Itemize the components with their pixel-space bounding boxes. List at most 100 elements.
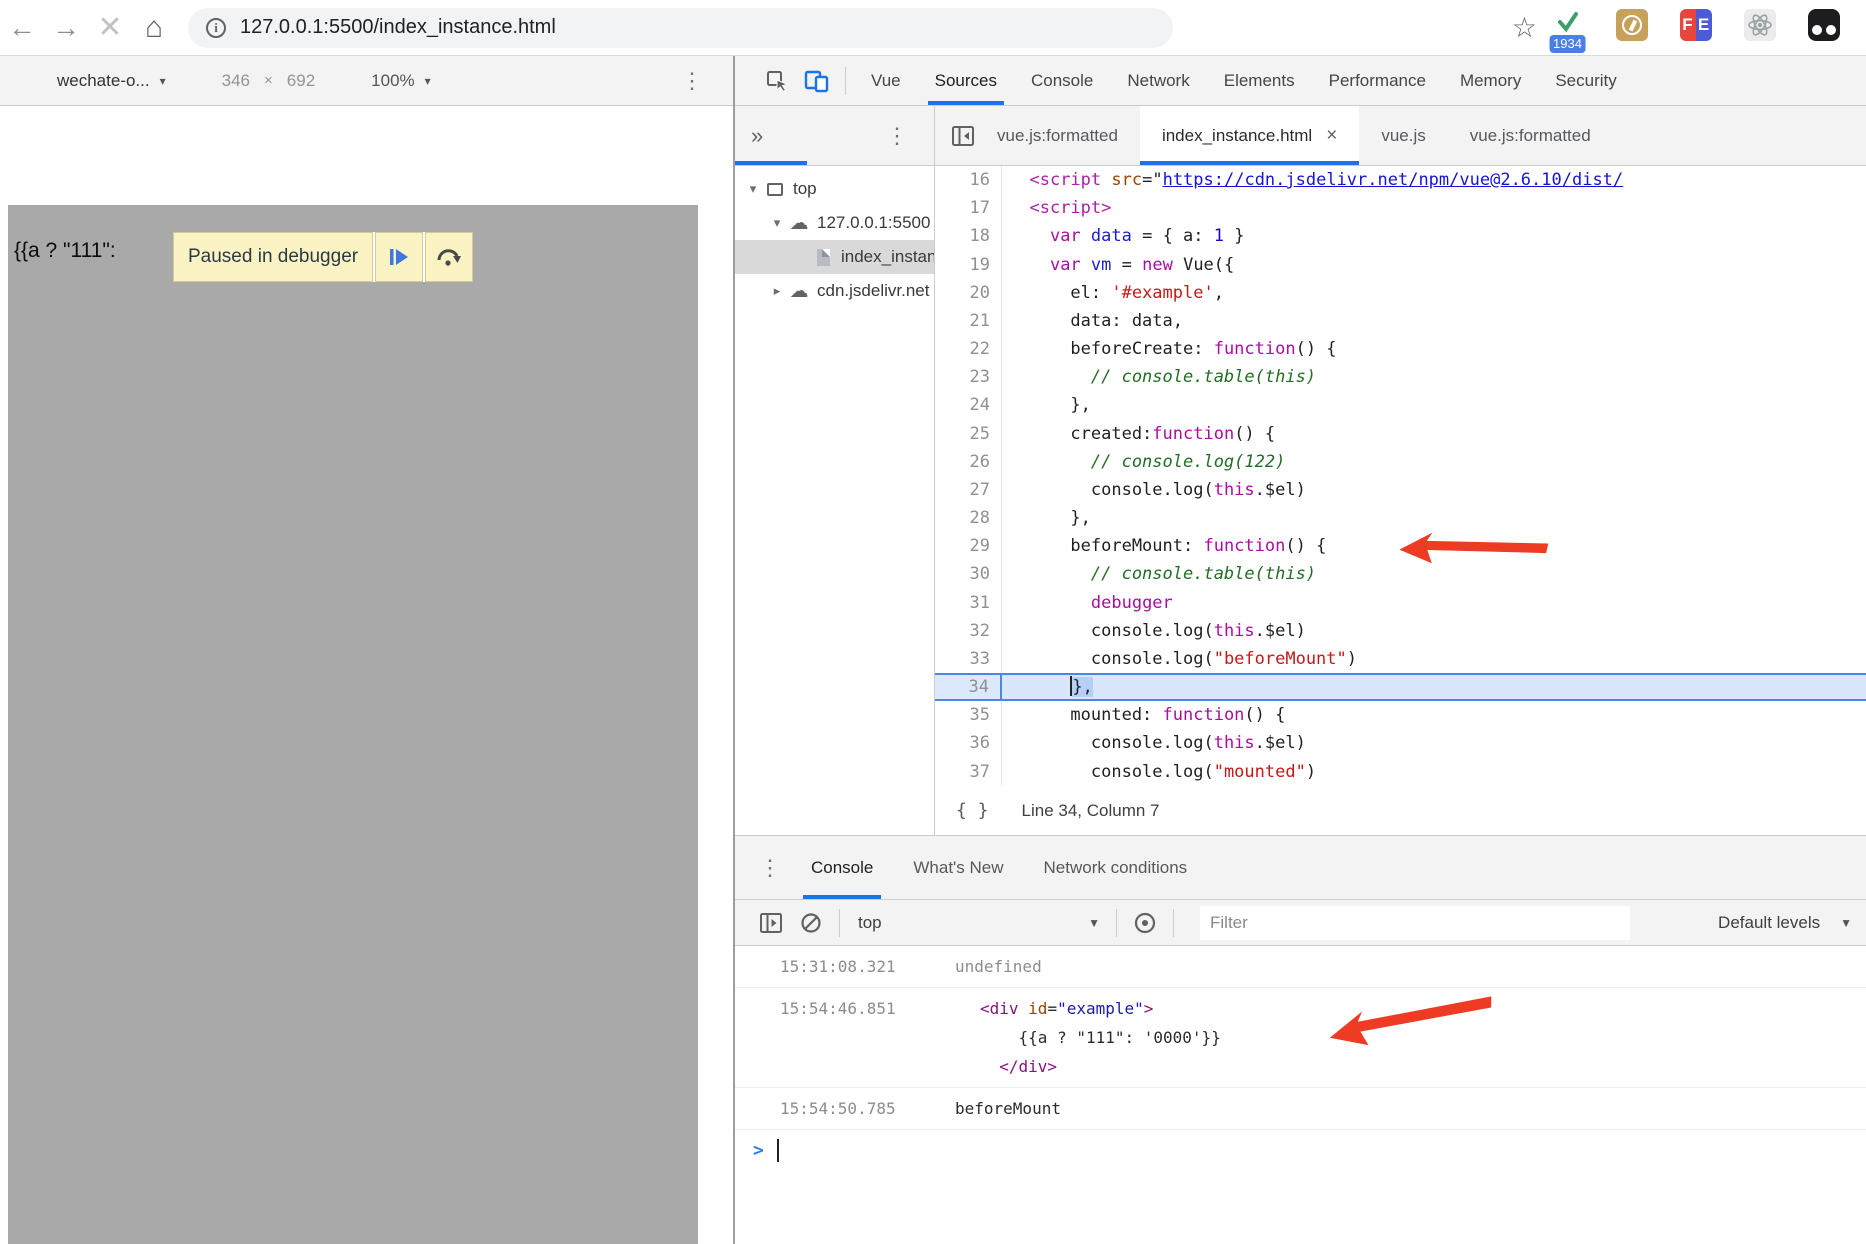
source-editor[interactable]: 16 <script src="https://cdn.jsdelivr.net… [935,166,1866,786]
console-toolbar: top ▼ Default levels ▼ [735,900,1866,946]
pretty-print-icon[interactable]: { } [956,800,989,821]
line-number[interactable]: 22 [935,335,1002,364]
tree-right-arrow-icon[interactable]: ▸ [769,283,785,299]
line-number[interactable]: 25 [935,419,1002,448]
cursor-position-label: Line 34, Column 7 [1021,800,1160,820]
line-number[interactable]: 19 [935,250,1002,279]
console-sidebar-toggle-icon[interactable] [751,903,791,943]
line-number[interactable]: 27 [935,475,1002,505]
tree-down-arrow-icon[interactable]: ▾ [745,181,761,197]
device-toolbar-toggle-icon[interactable] [797,61,837,101]
navigator-item-top[interactable]: ▾ top [735,172,934,206]
line-number[interactable]: 21 [935,306,1002,336]
site-info-icon[interactable]: i [206,17,226,38]
line-number[interactable]: 36 [935,729,1002,758]
devtools-tab-network[interactable]: Network [1110,56,1206,105]
drawer-tab-network-conditions[interactable]: Network conditions [1024,836,1208,899]
line-number[interactable]: 33 [935,644,1002,674]
line-number[interactable]: 37 [935,757,1002,786]
file-tab[interactable]: index_instance.html × [1139,106,1360,165]
device-selector[interactable]: wechate-o... [57,71,150,91]
toolbar-separator [839,908,840,937]
hide-navigator-icon[interactable] [951,125,975,147]
stop-button-icon[interactable]: ✕ [88,6,132,50]
devtools-tab-elements[interactable]: Elements [1207,56,1312,105]
home-button-icon[interactable]: ⌂ [132,6,176,50]
console-filter-input[interactable] [1200,905,1630,940]
device-width-field[interactable]: 346 [222,71,250,91]
back-button-icon[interactable]: ← [0,6,44,50]
message-content[interactable]: <div id="example"> {{a ? "111": '0000'}}… [980,994,1221,1081]
line-number[interactable]: 18 [935,222,1002,251]
line-number[interactable]: 30 [935,560,1002,589]
code-text: <script> [1029,198,1112,219]
extension-black[interactable] [1807,3,1840,53]
tree-down-arrow-icon[interactable]: ▾ [769,215,785,231]
devtools-tab-sources[interactable]: Sources [918,56,1014,105]
navigator-item-cdn-jsdelivr-net[interactable]: ▸ ☁ cdn.jsdelivr.net [735,274,934,308]
line-number[interactable]: 28 [935,504,1002,533]
extension-with-badge[interactable]: 1934 [1549,3,1586,53]
inspect-element-icon[interactable] [757,61,797,101]
url-text[interactable]: 127.0.0.1:5500/index_instance.html [240,16,556,39]
line-number[interactable]: 24 [935,391,1002,420]
device-toolbar: wechate-o... ▾ 346 × 692 100% ▾ ⋮ [0,56,733,106]
console-messages: 15:31:08.321 undefined 15:54:46.851 <div id… [735,946,1866,1244]
file-tab[interactable]: vue.js [1359,106,1447,165]
drawer-tab-what-s-new[interactable]: What's New [893,836,1023,899]
code-text: console.log("beforeMount") [1009,648,1358,669]
close-tab-icon[interactable]: × [1326,125,1337,147]
line-number[interactable]: 17 [935,194,1002,223]
device-toolbar-menu-icon[interactable]: ⋮ [681,69,703,92]
extension-gold[interactable] [1615,3,1648,53]
console-context-label: top [858,912,882,932]
live-expression-eye-icon[interactable] [1125,903,1165,943]
line-number[interactable]: 34 [935,675,1002,700]
console-prompt[interactable]: > [735,1130,1866,1171]
devtools-tab-console[interactable]: Console [1014,56,1110,105]
line-number[interactable]: 35 [935,701,1002,730]
extension-react[interactable] [1743,3,1776,53]
devtools-tab-memory[interactable]: Memory [1443,56,1538,105]
device-height-field[interactable]: 692 [287,71,315,91]
line-number[interactable]: 16 [935,166,1002,195]
code-line: 32 console.log(this.$el) [935,616,1866,645]
extension-fe[interactable]: F E [1679,3,1712,53]
forward-button-icon[interactable]: → [44,6,88,50]
log-levels-selector[interactable]: Default levels ▼ [1718,913,1852,933]
levels-caret-icon: ▼ [1840,915,1852,930]
editor-tab-strip: vue.js:formatted index_instance.html × vue.… [935,106,1866,166]
clear-console-icon[interactable] [791,903,831,943]
bookmark-star-icon[interactable]: ☆ [1512,11,1537,44]
file-tab-label: vue.js [1381,125,1426,145]
drawer-menu-icon[interactable]: ⋮ [759,856,781,879]
extensions-area: 1934 F E [1549,3,1840,53]
devtools-tab-performance[interactable]: Performance [1312,56,1443,105]
line-number[interactable]: 20 [935,278,1002,307]
navigator-menu-icon[interactable]: ⋮ [886,124,908,147]
file-tab[interactable]: vue.js:formatted [975,106,1140,165]
address-bar[interactable]: i 127.0.0.1:5500/index_instance.html [188,7,1173,48]
toolbar-separator [845,66,846,95]
file-icon [813,247,833,267]
navigator-item-index-instance-html[interactable]: index_instance.html [735,240,934,274]
file-tab[interactable]: vue.js:formatted [1448,106,1613,165]
line-number[interactable]: 32 [935,616,1002,645]
device-selector-caret-icon[interactable]: ▾ [160,74,166,88]
devtools-tab-security[interactable]: Security [1538,56,1633,105]
step-over-button[interactable] [425,232,474,282]
device-zoom-selector[interactable]: 100% [371,71,414,91]
resume-script-button[interactable] [375,232,424,282]
more-tabs-icon[interactable]: » [751,123,763,149]
line-number[interactable]: 31 [935,588,1002,617]
line-number[interactable]: 23 [935,363,1002,392]
devtools-tab-vue[interactable]: Vue [854,56,918,105]
drawer-tab-console[interactable]: Console [791,836,893,899]
device-zoom-caret-icon[interactable]: ▾ [425,74,431,88]
message-timestamp: 15:54:50.785 [780,1099,896,1118]
code-text: beforeCreate: function() { [1009,339,1337,360]
console-context-selector[interactable]: top ▼ [858,913,1108,933]
line-number[interactable]: 29 [935,532,1002,561]
navigator-item-127-0-0-1-5500[interactable]: ▾ ☁ 127.0.0.1:5500 [735,206,934,240]
line-number[interactable]: 26 [935,447,1002,476]
